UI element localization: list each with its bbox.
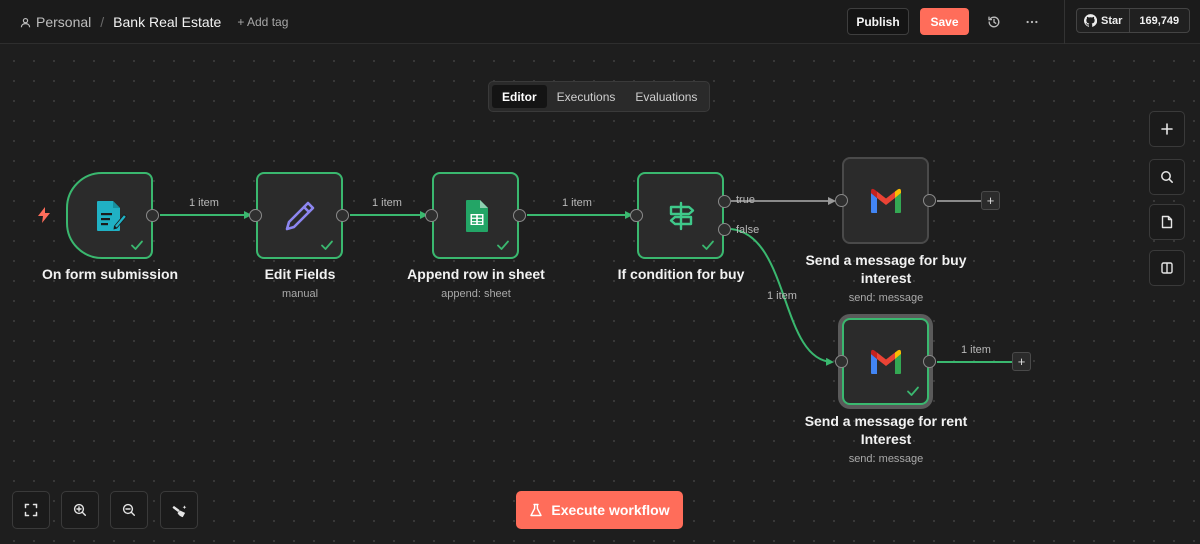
gmail-icon bbox=[870, 188, 901, 213]
node-output-handle[interactable] bbox=[146, 209, 159, 222]
add-tag-button[interactable]: + Add tag bbox=[237, 15, 288, 29]
node-input-handle[interactable] bbox=[630, 209, 643, 222]
top-bar: Personal / Bank Real Estate + Add tag Pu… bbox=[0, 0, 1200, 44]
history-icon bbox=[988, 16, 1000, 28]
more-icon bbox=[1026, 20, 1038, 24]
execute-workflow-button[interactable]: Execute workflow bbox=[516, 491, 683, 529]
node-subtitle: append: sheet bbox=[441, 288, 511, 300]
flask-icon bbox=[530, 503, 543, 517]
add-next-node-button[interactable]: + bbox=[1012, 352, 1031, 371]
fit-view-button[interactable] bbox=[12, 491, 50, 529]
add-node-button[interactable] bbox=[1149, 111, 1185, 147]
zoom-in-button[interactable] bbox=[61, 491, 99, 529]
search-icon bbox=[1161, 171, 1173, 183]
node-if-condition-for-buy[interactable] bbox=[637, 172, 724, 259]
plus-icon: + bbox=[986, 193, 995, 208]
node-edit-fields[interactable] bbox=[256, 172, 343, 259]
history-button[interactable] bbox=[982, 10, 1006, 34]
node-title: Append row in sheet bbox=[407, 266, 545, 282]
tab-executions[interactable]: Executions bbox=[547, 85, 626, 108]
node-input-handle[interactable] bbox=[835, 194, 848, 207]
github-star-count: 169,749 bbox=[1139, 14, 1180, 27]
publish-button[interactable]: Publish bbox=[847, 8, 909, 35]
node-output-handle[interactable] bbox=[513, 209, 526, 222]
breadcrumb: Personal / Bank Real Estate + Add tag bbox=[20, 0, 288, 44]
workspace-name: Personal bbox=[36, 14, 92, 30]
form-icon bbox=[96, 200, 127, 231]
node-subtitle: send: message bbox=[848, 453, 924, 465]
node-title: Send a message for buy interest bbox=[805, 252, 967, 286]
plus-icon bbox=[1161, 123, 1173, 135]
success-check-icon bbox=[321, 240, 333, 250]
tidy-up-button[interactable] bbox=[160, 491, 198, 529]
edge-label: 1 item bbox=[372, 197, 402, 209]
node-append-row-in-sheet[interactable] bbox=[432, 172, 519, 259]
pencil-icon bbox=[285, 201, 314, 230]
workflow-name[interactable]: Bank Real Estate bbox=[113, 14, 221, 30]
node-title: On form submission bbox=[41, 266, 179, 282]
panel-icon bbox=[1161, 262, 1173, 274]
execute-workflow-label: Execute workflow bbox=[551, 502, 670, 518]
more-options-button[interactable] bbox=[1020, 10, 1044, 34]
sticky-note-icon bbox=[1161, 215, 1173, 229]
save-button[interactable]: Save bbox=[920, 8, 969, 35]
search-nodes-button[interactable] bbox=[1149, 159, 1185, 195]
success-check-icon bbox=[702, 240, 714, 250]
github-star-label: Star bbox=[1101, 14, 1123, 27]
zoom-in-icon bbox=[73, 503, 86, 516]
node-output-true-handle[interactable] bbox=[718, 195, 731, 208]
success-check-icon bbox=[907, 386, 919, 396]
sticky-note-button[interactable] bbox=[1149, 204, 1185, 240]
broom-icon bbox=[171, 504, 186, 517]
trigger-lightning-icon bbox=[38, 207, 50, 223]
node-on-form-submission[interactable] bbox=[66, 172, 153, 259]
zoom-out-button[interactable] bbox=[110, 491, 148, 529]
edge-label: 1 item bbox=[961, 344, 991, 356]
node-input-handle[interactable] bbox=[835, 355, 848, 368]
user-icon bbox=[20, 17, 31, 27]
fit-view-icon bbox=[24, 503, 38, 517]
node-subtitle: manual bbox=[281, 288, 319, 300]
edge-label-true: true bbox=[736, 194, 755, 206]
success-check-icon bbox=[131, 240, 143, 250]
toggle-panel-button[interactable] bbox=[1149, 250, 1185, 286]
workflow-canvas[interactable]: Editor Executions Evaluations bbox=[0, 45, 1200, 544]
gmail-icon bbox=[870, 349, 901, 374]
plus-icon: + bbox=[1017, 354, 1026, 369]
view-tabs: Editor Executions Evaluations bbox=[488, 81, 710, 112]
github-star-button[interactable]: Star 169,749 bbox=[1076, 8, 1190, 33]
google-sheets-icon bbox=[465, 199, 488, 232]
node-output-handle[interactable] bbox=[923, 194, 936, 207]
node-send-message-rent[interactable] bbox=[842, 318, 929, 405]
header-divider bbox=[1064, 0, 1065, 44]
node-output-handle[interactable] bbox=[336, 209, 349, 222]
zoom-out-icon bbox=[122, 503, 135, 516]
edge-label-false: false bbox=[736, 224, 760, 236]
node-input-handle[interactable] bbox=[249, 209, 262, 222]
tab-editor[interactable]: Editor bbox=[492, 85, 547, 108]
node-input-handle[interactable] bbox=[425, 209, 438, 222]
tab-evaluations[interactable]: Evaluations bbox=[625, 85, 707, 108]
node-output-false-handle[interactable] bbox=[718, 223, 731, 236]
breadcrumb-separator: / bbox=[100, 14, 105, 30]
edge-label: 1 item bbox=[189, 197, 219, 209]
node-title: Send a message for rent Interest bbox=[804, 413, 968, 447]
node-title: Edit Fields bbox=[264, 266, 336, 282]
edge-label: 1 item bbox=[767, 290, 797, 302]
workspace-link[interactable]: Personal bbox=[20, 14, 91, 30]
signpost-icon bbox=[669, 201, 694, 230]
node-send-message-buy[interactable] bbox=[842, 157, 929, 244]
node-title: If condition for buy bbox=[617, 266, 745, 282]
edge-label: 1 item bbox=[562, 197, 592, 209]
node-subtitle: send: message bbox=[848, 292, 924, 304]
add-next-node-button[interactable]: + bbox=[981, 191, 1000, 210]
success-check-icon bbox=[497, 240, 509, 250]
github-icon bbox=[1084, 14, 1097, 27]
node-output-handle[interactable] bbox=[923, 355, 936, 368]
